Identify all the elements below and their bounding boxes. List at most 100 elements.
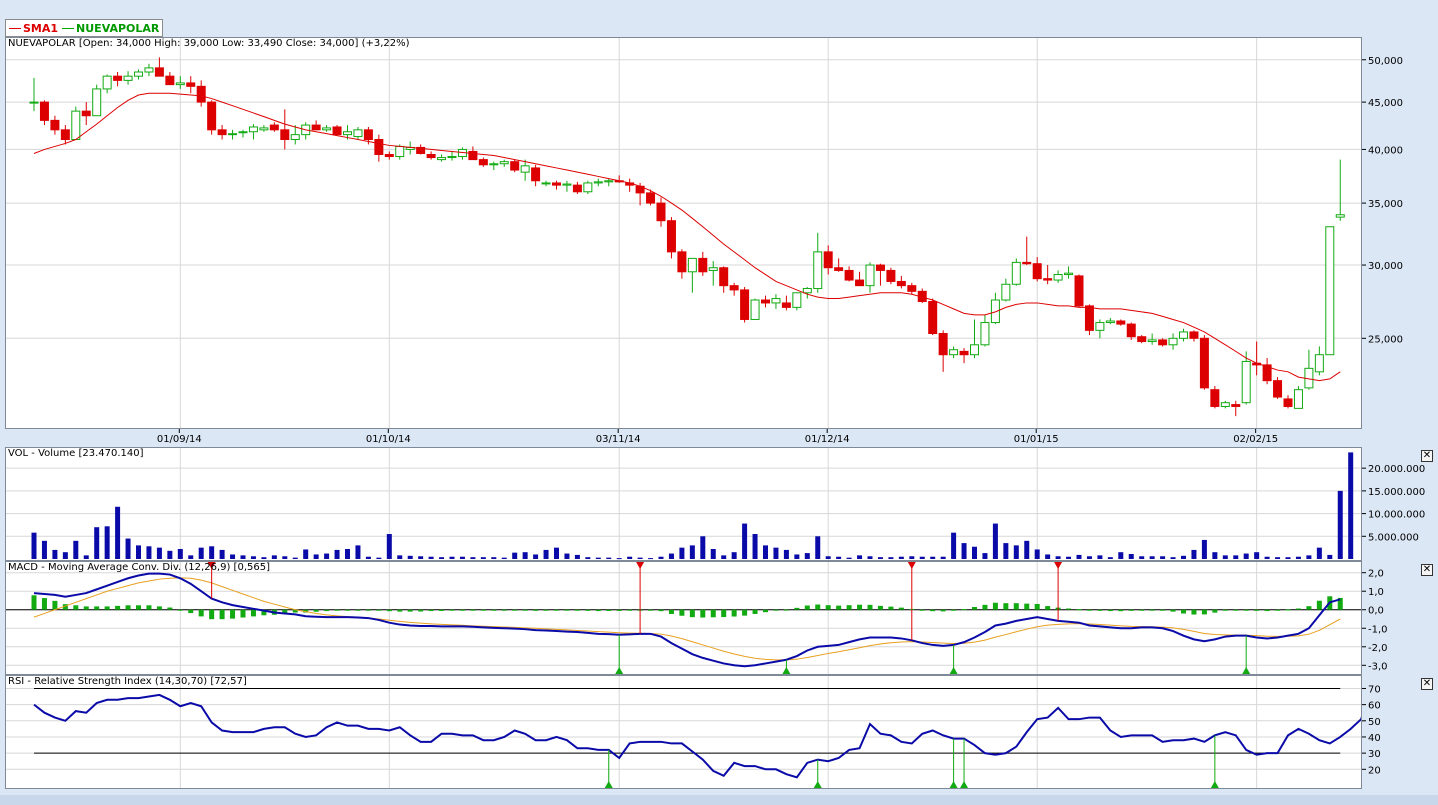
volume-bar — [763, 545, 768, 559]
x-tick-label: 01/12/14 — [805, 434, 850, 445]
histogram-bar — [752, 609, 758, 614]
histogram-bar — [512, 609, 518, 611]
volume-bar — [940, 556, 946, 559]
y-tick-label: 15.000.000 — [1368, 487, 1425, 498]
candle-body — [468, 150, 478, 161]
histogram-bar — [1128, 609, 1134, 611]
candle-body — [729, 285, 739, 291]
candle-body — [1116, 320, 1126, 325]
candle-body — [238, 131, 248, 134]
volume-bar — [1233, 555, 1239, 559]
candle-body — [374, 139, 384, 155]
histogram-bar — [543, 609, 549, 611]
histogram-bar — [564, 609, 570, 611]
candle-body — [1064, 272, 1074, 276]
candle-body — [123, 75, 133, 81]
histogram-bar — [1316, 600, 1322, 610]
volume-bar — [1264, 556, 1270, 559]
y-tick-label: 50,000 — [1368, 56, 1403, 67]
macd-close-button[interactable]: ✕ — [1421, 564, 1433, 576]
legend-item-sma: SMA1 — [9, 22, 58, 35]
price-chart[interactable] — [6, 38, 1361, 428]
candle-body — [395, 145, 405, 158]
y-tick-label: -1,0 — [1368, 624, 1388, 635]
volume-bar — [961, 543, 967, 559]
volume-panel[interactable]: VOL - Volume [23.470.140] — [5, 447, 1362, 561]
candle-body — [332, 126, 342, 136]
volume-bar — [1118, 552, 1124, 559]
candle-body — [708, 267, 718, 271]
candle-body — [855, 279, 865, 287]
volume-bar — [815, 536, 821, 559]
legend-item-ticker: NUEVAPOLAR — [62, 22, 159, 35]
macd-chart[interactable] — [6, 562, 1361, 674]
volume-bar — [972, 546, 977, 559]
candle-body — [1293, 389, 1303, 409]
histogram-bar — [930, 609, 936, 612]
sell-signal-marker — [1054, 562, 1063, 569]
candle-body — [196, 85, 206, 103]
candle-body — [792, 292, 802, 308]
histogram-bar — [1086, 609, 1092, 611]
candle-body — [144, 67, 154, 73]
histogram-bar — [1243, 609, 1249, 611]
candle-body — [71, 110, 81, 141]
volume-bar — [324, 553, 330, 559]
histogram-bar — [783, 609, 789, 611]
candle-body — [1022, 261, 1032, 265]
signal-line — [33, 577, 1341, 661]
volume-close-button[interactable]: ✕ — [1421, 450, 1433, 462]
histogram-bar — [501, 609, 507, 611]
macd-panel[interactable]: MACD - Moving Average Conv. Div. (12,26,… — [5, 561, 1362, 675]
rsi-panel[interactable]: RSI - Relative Strength Index (14,30,70)… — [5, 675, 1362, 789]
histogram-bar — [1045, 606, 1051, 610]
candle-body — [207, 101, 217, 131]
histogram-bar — [240, 609, 246, 618]
volume-bar — [846, 557, 852, 559]
candle-body — [1147, 339, 1157, 343]
volume-bar — [1327, 554, 1333, 559]
histogram-bar — [731, 609, 737, 617]
histogram-bar — [491, 609, 497, 611]
histogram-bar — [1295, 608, 1301, 610]
y-tick-label: 35,000 — [1368, 199, 1403, 210]
candle-body — [865, 264, 875, 287]
volume-bar — [992, 523, 998, 559]
candle-body — [719, 267, 729, 287]
volume-bar — [449, 556, 455, 559]
volume-bar — [428, 556, 434, 559]
volume-bar — [303, 549, 309, 559]
legend-label-sma: SMA1 — [23, 21, 59, 35]
candle-body — [886, 269, 896, 282]
buy-signal-marker — [615, 667, 624, 674]
histogram-bar — [595, 609, 601, 612]
y-tick-label: 20 — [1368, 765, 1381, 776]
volume-bar — [292, 557, 298, 559]
candle-body — [572, 184, 582, 193]
volume-bar — [365, 556, 371, 559]
candle-body — [1074, 275, 1084, 307]
volume-bar — [240, 555, 246, 559]
histogram-bar — [710, 609, 716, 618]
rsi-close-button[interactable]: ✕ — [1421, 678, 1433, 690]
volume-bar — [1086, 556, 1092, 559]
candle-body — [113, 75, 123, 81]
rsi-chart[interactable] — [6, 676, 1361, 788]
histogram-bar — [627, 609, 633, 611]
volume-bar — [1316, 547, 1322, 559]
histogram-bar — [94, 606, 100, 610]
buy-signal-marker — [949, 667, 958, 674]
price-panel[interactable]: NUEVAPOLAR [Open: 34,000 High: 39,000 Lo… — [5, 37, 1362, 429]
candle-body — [1084, 305, 1094, 331]
candle-body — [666, 220, 676, 253]
volume-chart[interactable] — [6, 448, 1361, 560]
histogram-bar — [867, 604, 873, 610]
histogram-bar — [31, 595, 37, 610]
histogram-bar — [219, 609, 225, 620]
volume-bar — [783, 549, 789, 559]
histogram-bar — [1034, 603, 1040, 610]
histogram-bar — [115, 605, 121, 610]
volume-bar — [773, 547, 779, 559]
histogram-bar — [763, 609, 768, 613]
candle-body — [154, 67, 164, 77]
